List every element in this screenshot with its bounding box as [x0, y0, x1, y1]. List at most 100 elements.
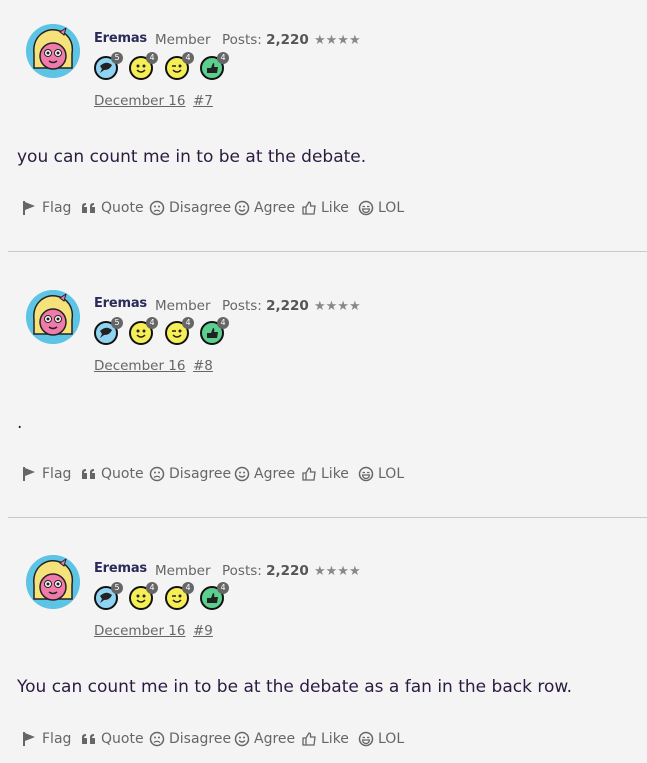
post-count: Posts: 2,220 — [222, 32, 309, 48]
flag-button[interactable]: Flag — [22, 466, 71, 482]
user-avatar[interactable] — [26, 555, 80, 609]
frown-icon — [149, 731, 165, 747]
agree-button[interactable]: Agree — [234, 466, 295, 482]
posts-count-value: 2,220 — [266, 298, 309, 314]
posts-label: Posts: — [222, 298, 262, 314]
rank-stars: ★★★★ — [314, 564, 361, 579]
username[interactable]: Eremas — [94, 296, 147, 311]
posts-count-value: 2,220 — [266, 32, 309, 48]
thumbs-up-icon[interactable]: 4 — [200, 317, 229, 345]
smile-icon — [234, 200, 250, 216]
like-button[interactable]: Like — [301, 200, 349, 216]
wink-face-icon[interactable]: 4 — [165, 582, 194, 610]
like-label: Like — [321, 466, 349, 482]
wink-face-icon[interactable]: 4 — [165, 317, 194, 345]
agree-button[interactable]: Agree — [234, 731, 295, 747]
post-message: You can count me in to be at the debate … — [17, 677, 573, 697]
post-count: Posts: 2,220 — [222, 563, 309, 579]
post-date-link[interactable]: December 16 — [94, 93, 185, 109]
disagree-label: Disagree — [169, 466, 232, 482]
post-number-link[interactable]: #7 — [193, 93, 213, 109]
lol-button[interactable]: LOL — [358, 200, 404, 216]
disagree-label: Disagree — [169, 731, 232, 747]
posts-label: Posts: — [222, 32, 262, 48]
like-label: Like — [321, 731, 349, 747]
thumbs-up-outline-icon — [301, 200, 317, 216]
lol-button[interactable]: LOL — [358, 466, 404, 482]
agree-button[interactable]: Agree — [234, 200, 295, 216]
post-number-link[interactable]: #9 — [193, 623, 213, 639]
agree-label: Agree — [254, 466, 296, 482]
smile-face-icon[interactable]: 4 — [129, 582, 158, 610]
rank-stars: ★★★★ — [314, 33, 361, 48]
laugh-icon — [358, 200, 374, 216]
post-actions: Flag Quote Disagree Agree Like LOL — [22, 200, 442, 222]
rank-stars: ★★★★ — [314, 299, 361, 314]
like-label: Like — [321, 200, 349, 216]
frown-icon — [149, 466, 165, 482]
post-message: you can count me in to be at the debate. — [17, 147, 367, 167]
quote-button[interactable]: Quote — [81, 466, 144, 482]
thumbs-up-outline-icon — [301, 466, 317, 482]
agree-label: Agree — [254, 200, 296, 216]
agree-label: Agree — [254, 731, 296, 747]
flag-button[interactable]: Flag — [22, 200, 71, 216]
quote-label: Quote — [101, 200, 144, 216]
quote-label: Quote — [101, 466, 144, 482]
wink-face-icon[interactable]: 4 — [165, 52, 194, 80]
thumbs-up-icon[interactable]: 4 — [200, 582, 229, 610]
trophy-badges: 5 4 4 4 — [94, 582, 234, 614]
post-date-link[interactable]: December 16 — [94, 623, 185, 639]
disagree-button[interactable]: Disagree — [149, 200, 231, 216]
post-number-link[interactable]: #8 — [193, 358, 213, 374]
quote-icon — [81, 731, 97, 747]
post-divider — [8, 251, 647, 252]
thumbs-up-outline-icon — [301, 731, 317, 747]
post-date-link[interactable]: December 16 — [94, 358, 185, 374]
post-message: . — [17, 413, 23, 433]
disagree-button[interactable]: Disagree — [149, 731, 231, 747]
trophy-badges: 5 4 4 4 — [94, 317, 234, 349]
like-button[interactable]: Like — [301, 731, 349, 747]
user-avatar[interactable] — [26, 24, 80, 78]
speech-bubble-icon[interactable]: 5 — [94, 582, 123, 610]
post-divider — [8, 517, 647, 518]
post-count: Posts: 2,220 — [222, 298, 309, 314]
lol-label: LOL — [378, 200, 405, 216]
post-actions: Flag Quote Disagree Agree Like LOL — [22, 731, 442, 753]
user-role: Member — [155, 298, 211, 314]
disagree-label: Disagree — [169, 200, 232, 216]
laugh-icon — [358, 466, 374, 482]
flag-label: Flag — [42, 200, 72, 216]
flag-icon — [22, 200, 38, 216]
user-role: Member — [155, 32, 211, 48]
flag-label: Flag — [42, 466, 72, 482]
thumbs-up-icon[interactable]: 4 — [200, 52, 229, 80]
speech-bubble-icon[interactable]: 5 — [94, 317, 123, 345]
speech-bubble-icon[interactable]: 5 — [94, 52, 123, 80]
quote-button[interactable]: Quote — [81, 200, 144, 216]
flag-button[interactable]: Flag — [22, 731, 71, 747]
frown-icon — [149, 200, 165, 216]
username[interactable]: Eremas — [94, 561, 147, 576]
lol-label: LOL — [378, 466, 405, 482]
disagree-button[interactable]: Disagree — [149, 466, 231, 482]
posts-label: Posts: — [222, 563, 262, 579]
posts-count-value: 2,220 — [266, 563, 309, 579]
smile-face-icon[interactable]: 4 — [129, 317, 158, 345]
user-avatar[interactable] — [26, 290, 80, 344]
username[interactable]: Eremas — [94, 31, 147, 46]
lol-label: LOL — [378, 731, 405, 747]
flag-icon — [22, 731, 38, 747]
quote-button[interactable]: Quote — [81, 731, 144, 747]
trophy-badges: 5 4 4 4 — [94, 52, 234, 84]
quote-icon — [81, 466, 97, 482]
user-role: Member — [155, 563, 211, 579]
laugh-icon — [358, 731, 374, 747]
like-button[interactable]: Like — [301, 466, 349, 482]
quote-label: Quote — [101, 731, 144, 747]
smile-face-icon[interactable]: 4 — [129, 52, 158, 80]
lol-button[interactable]: LOL — [358, 731, 404, 747]
smile-icon — [234, 466, 250, 482]
flag-label: Flag — [42, 731, 72, 747]
